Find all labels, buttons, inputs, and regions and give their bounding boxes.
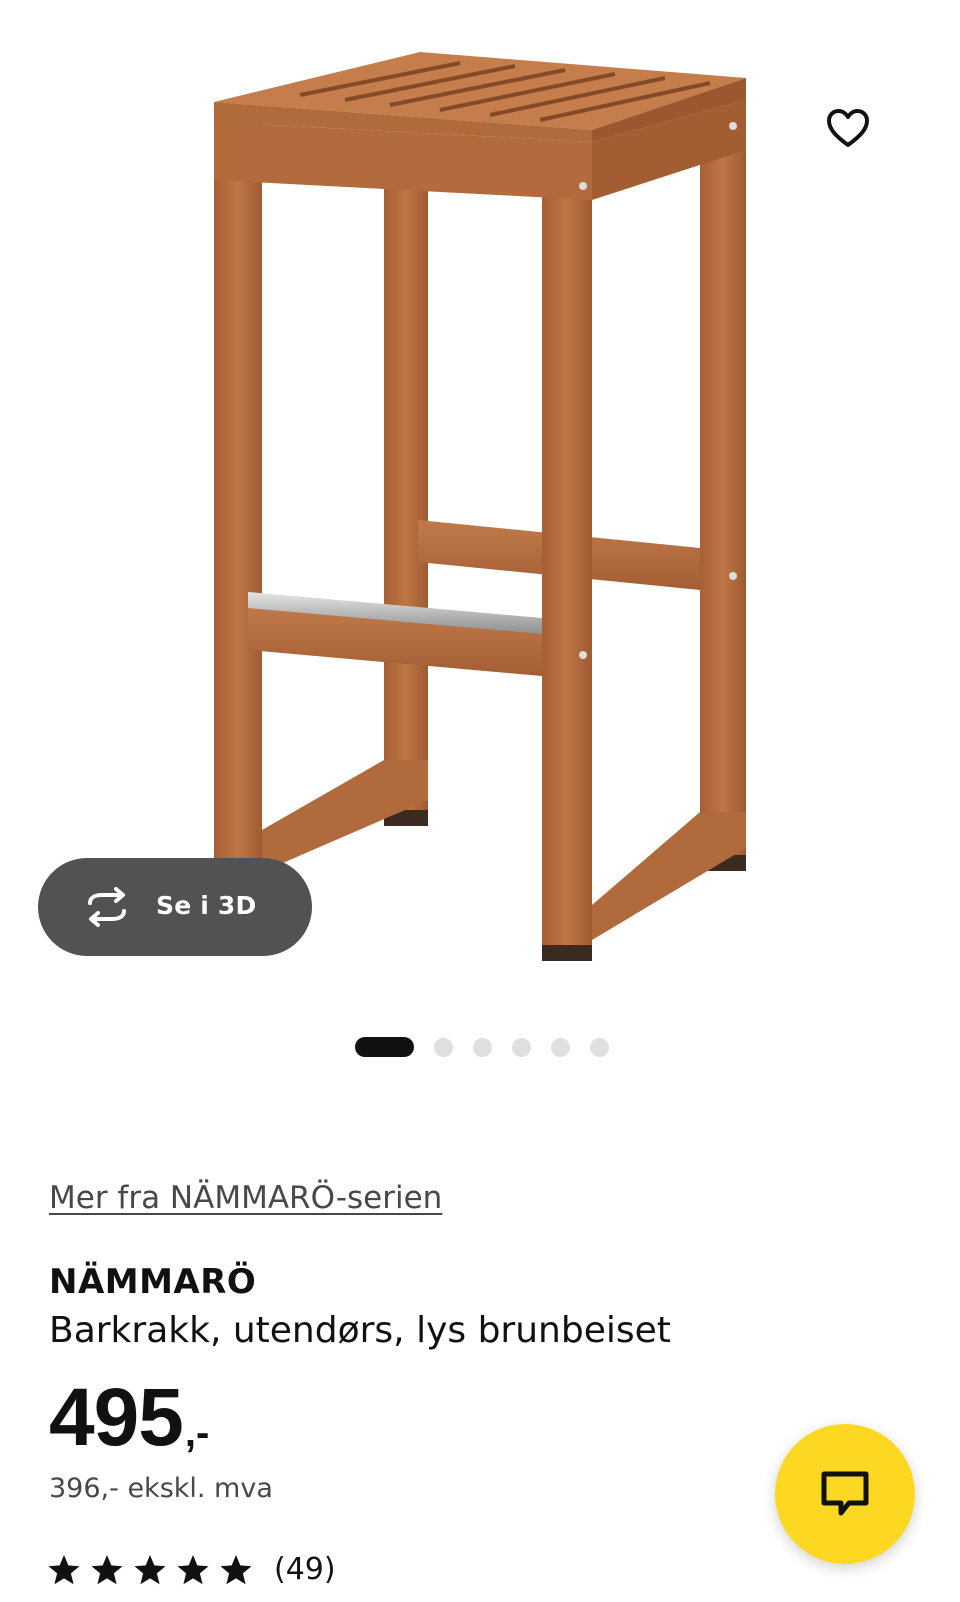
price-suffix: ,- — [184, 1411, 210, 1455]
star-icon — [91, 1554, 123, 1584]
carousel-dot-active[interactable] — [355, 1037, 414, 1057]
rating[interactable]: (49) — [47, 1552, 336, 1587]
series-link[interactable]: Mer fra NÄMMARÖ-serien — [49, 1180, 442, 1216]
product-image[interactable] — [0, 0, 960, 1000]
carousel-dots — [355, 1037, 629, 1057]
carousel-dot[interactable] — [551, 1037, 570, 1057]
product-description: Barkrakk, utendørs, lys brunbeiset — [49, 1310, 671, 1351]
price: 495 ,- — [49, 1377, 209, 1459]
carousel-dot[interactable] — [512, 1037, 531, 1057]
rating-count: (49) — [274, 1552, 336, 1587]
carousel-dot[interactable] — [590, 1037, 609, 1057]
view-3d-button[interactable]: Se i 3D — [38, 858, 312, 956]
product-page: Se i 3D Mer fra NÄMMARÖ-serien NÄMMARÖ B… — [0, 0, 960, 1602]
bar-stool-image — [214, 52, 746, 961]
chat-bubble-icon — [821, 1471, 869, 1516]
favorite-button[interactable] — [824, 104, 872, 152]
star-icon — [177, 1554, 209, 1584]
star-icon — [134, 1554, 166, 1584]
star-icon — [48, 1554, 80, 1584]
price-ex-vat: 396,- ekskl. mva — [49, 1473, 273, 1504]
heart-icon — [827, 109, 869, 147]
product-name: NÄMMARÖ — [49, 1262, 257, 1302]
chat-button[interactable] — [775, 1424, 915, 1564]
carousel-dot[interactable] — [434, 1037, 453, 1057]
price-main: 495 — [49, 1372, 184, 1463]
star-icon — [220, 1554, 252, 1584]
rotate-3d-icon — [88, 887, 126, 927]
view-3d-label: Se i 3D — [156, 891, 257, 920]
carousel-dot[interactable] — [473, 1037, 492, 1057]
